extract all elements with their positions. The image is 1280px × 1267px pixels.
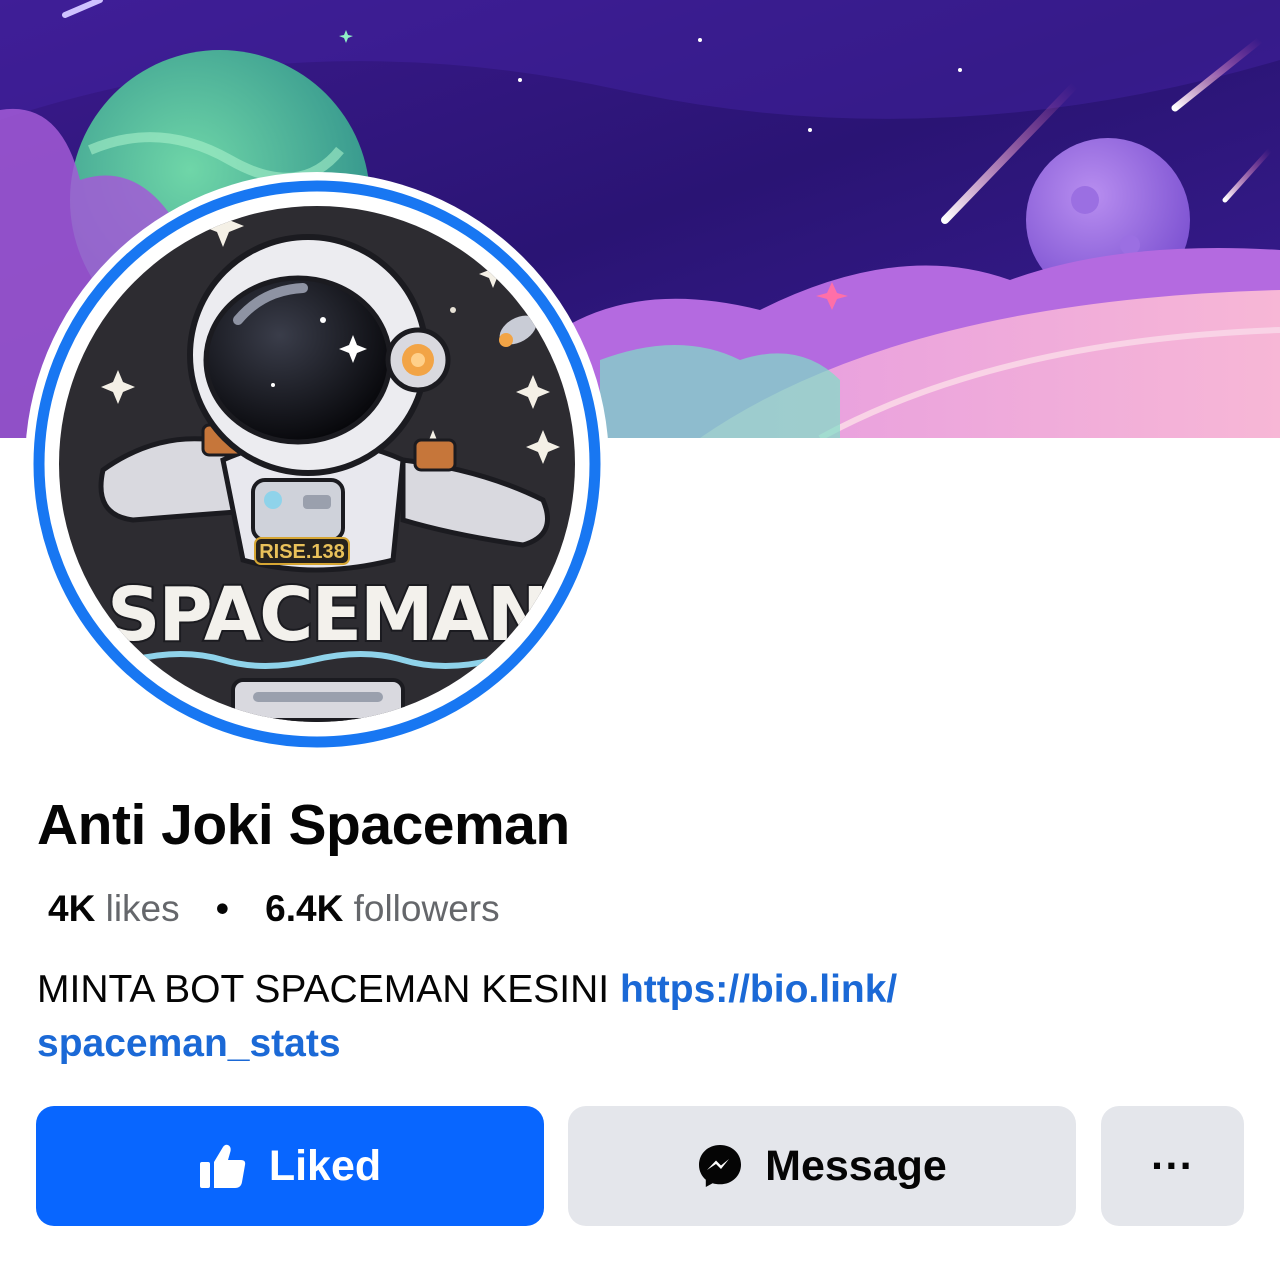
likes-count[interactable]: 4K	[48, 888, 95, 929]
bio-link-line1: https://bio.link/	[619, 968, 898, 1011]
followers-count[interactable]: 6.4K	[265, 888, 343, 929]
bio-text: MINTA BOT SPACEMAN KESINI	[37, 968, 620, 1011]
thumbs-up-icon	[199, 1143, 247, 1189]
page-title: Anti Joki Spaceman	[37, 793, 570, 857]
page-bio: MINTA BOT SPACEMAN KESINI https://bio.li…	[37, 963, 1137, 1071]
profile-picture[interactable]: RISE.138 SPACEMAN	[23, 170, 611, 758]
avatar: RISE.138 SPACEMAN	[25, 172, 609, 756]
avatar-logo-text: SPACEMAN	[107, 572, 547, 658]
bio-link-line2: spaceman_stats	[37, 1022, 341, 1065]
liked-button[interactable]: Liked	[36, 1106, 544, 1226]
more-options-label: ···	[1151, 1141, 1194, 1190]
page-stats: 4K likes • 6.4K followers	[48, 888, 500, 930]
followers-label[interactable]: followers	[354, 888, 500, 929]
likes-label[interactable]: likes	[106, 888, 180, 929]
more-options-button[interactable]: ···	[1101, 1106, 1244, 1226]
message-button[interactable]: Message	[568, 1106, 1076, 1226]
stats-separator: •	[215, 888, 229, 929]
liked-label: Liked	[268, 1141, 382, 1190]
messenger-icon	[697, 1143, 743, 1189]
message-label: Message	[765, 1141, 947, 1190]
avatar-badge-text: RISE.138	[259, 541, 345, 563]
